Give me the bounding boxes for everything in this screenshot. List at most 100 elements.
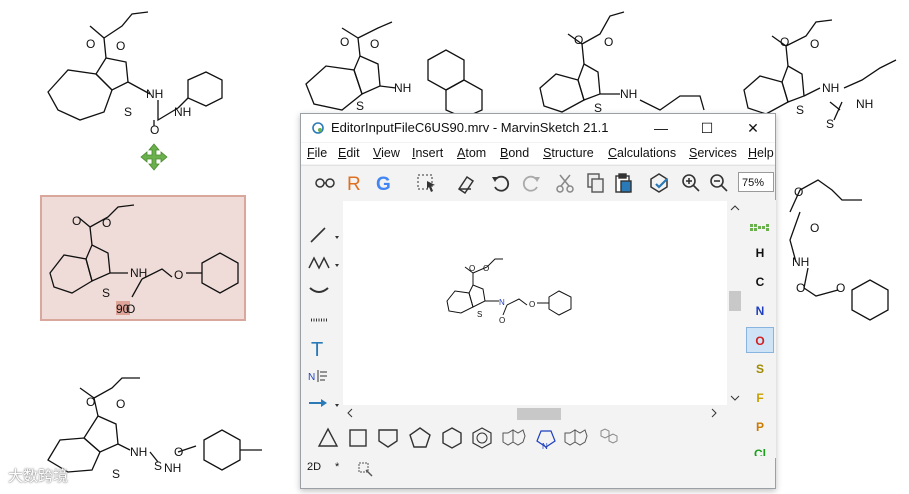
- chain-tool-icon[interactable]: [305, 250, 339, 276]
- svg-text:O: O: [174, 268, 183, 282]
- atom-o[interactable]: O: [746, 327, 774, 353]
- canvas-n-label: N: [499, 298, 505, 307]
- hexagon-template-icon[interactable]: [439, 425, 465, 451]
- mol1-thiophene: [95, 57, 129, 91]
- svg-text:NH: NH: [146, 87, 163, 101]
- marvinsketch-window[interactable]: EditorInputFileC6US90.mrv - MarvinSketch…: [300, 113, 776, 489]
- atom-f[interactable]: F: [746, 385, 774, 411]
- single-bond-tool-icon[interactable]: [305, 222, 339, 248]
- zoom-level-field[interactable]: 75%: [738, 172, 774, 192]
- menu-services[interactable]: Services: [689, 146, 737, 160]
- atom-c[interactable]: C: [746, 269, 774, 295]
- naphthalene-template-icon[interactable]: [501, 425, 527, 451]
- zoom-out-icon[interactable]: [707, 171, 731, 195]
- clean-icon[interactable]: [355, 459, 381, 485]
- menu-view[interactable]: View: [373, 146, 400, 160]
- svg-text:G: G: [376, 174, 391, 195]
- svg-text:NH: NH: [792, 255, 809, 269]
- atom-s[interactable]: S: [746, 356, 774, 382]
- copy-icon[interactable]: [583, 171, 607, 195]
- menu-structure[interactable]: Structure: [543, 146, 594, 160]
- maximize-button[interactable]: ☐: [693, 118, 721, 138]
- svg-text:O: O: [116, 39, 125, 53]
- pentagon-template-icon[interactable]: [407, 425, 433, 451]
- scroll-down-icon[interactable]: [728, 393, 742, 403]
- square-template-icon[interactable]: [345, 425, 371, 451]
- move-arrows-icon[interactable]: [140, 143, 168, 171]
- atom-p[interactable]: P: [746, 414, 774, 440]
- close-button[interactable]: ✕: [739, 118, 767, 138]
- atom-cl[interactable]: Cl: [746, 440, 774, 456]
- structure-view-icon[interactable]: [313, 171, 337, 195]
- periodic-table-icon[interactable]: [746, 212, 774, 238]
- star-indicator[interactable]: *: [335, 461, 339, 473]
- window-title: EditorInputFileC6US90.mrv - MarvinSketch…: [331, 120, 609, 135]
- svg-text:NH: NH: [856, 97, 873, 111]
- svg-text:O: O: [604, 35, 613, 49]
- menu-calculations[interactable]: Calculations: [608, 146, 676, 160]
- mol1-phenyl: [187, 71, 223, 107]
- selected-molecule: S NH O O O 90 O: [49, 204, 239, 316]
- pyrrolidine-template-icon[interactable]: N: [533, 425, 559, 451]
- scroll-up-icon[interactable]: [728, 203, 742, 213]
- svg-text:O: O: [836, 281, 845, 295]
- scroll-right-icon[interactable]: [709, 406, 719, 420]
- atom-h[interactable]: H: [746, 240, 774, 266]
- svg-text:NH: NH: [620, 87, 637, 101]
- svg-text:O: O: [810, 37, 819, 51]
- menu-file[interactable]: File: [307, 146, 327, 160]
- horizontal-scrollbar[interactable]: [343, 406, 727, 420]
- template-toolbar: N 2D *: [301, 421, 743, 489]
- svg-text:NH: NH: [164, 461, 181, 475]
- svg-text:O: O: [810, 221, 819, 235]
- eraser-icon[interactable]: [453, 171, 477, 195]
- text-tool-icon[interactable]: T: [305, 334, 339, 361]
- selected-molecule-box[interactable]: S NH O O O 90 O: [40, 195, 246, 321]
- svg-text:S: S: [796, 103, 804, 117]
- minimize-button[interactable]: —: [647, 118, 675, 138]
- menu-edit[interactable]: Edit: [338, 146, 360, 160]
- scroll-left-icon[interactable]: [345, 406, 355, 420]
- vertical-scrollbar[interactable]: [728, 201, 742, 405]
- biphenyl-template-icon[interactable]: [595, 425, 621, 451]
- selection-tool-icon[interactable]: [415, 171, 439, 195]
- r-group-icon[interactable]: R: [343, 171, 367, 195]
- menu-help[interactable]: Help: [748, 146, 774, 160]
- menu-atom[interactable]: Atom: [457, 146, 486, 160]
- svg-text:S: S: [102, 286, 110, 300]
- svg-text:O: O: [86, 37, 95, 51]
- check-structure-icon[interactable]: [647, 171, 671, 195]
- anthracene-template-icon[interactable]: [563, 425, 589, 451]
- cut-icon[interactable]: [553, 171, 577, 195]
- svg-text:S: S: [112, 467, 120, 481]
- atom-n[interactable]: N: [746, 298, 774, 324]
- reaction-arrow-icon[interactable]: [305, 390, 339, 416]
- horizontal-scroll-thumb[interactable]: [517, 408, 561, 420]
- benzene-template-icon[interactable]: [469, 425, 495, 451]
- google-search-icon[interactable]: G: [373, 171, 397, 195]
- undo-icon[interactable]: [489, 171, 513, 195]
- canvas-ether-o-label: O: [529, 300, 535, 309]
- menu-bar: File Edit View Insert Atom Bond Structur…: [301, 143, 775, 164]
- canvas-molecule: S N O O O O: [446, 258, 572, 325]
- triangle-template-icon[interactable]: [315, 425, 341, 451]
- watermark: 大数跨境: [8, 468, 69, 485]
- ring-tool-icon[interactable]: [305, 278, 339, 304]
- menu-bond[interactable]: Bond: [500, 146, 529, 160]
- drawing-canvas[interactable]: S N O O O O: [343, 201, 727, 405]
- canvas-s-label: S: [477, 310, 482, 319]
- dimension-indicator[interactable]: 2D: [307, 461, 321, 473]
- hash-bond-icon[interactable]: [305, 306, 339, 332]
- zoom-in-icon[interactable]: [679, 171, 703, 195]
- canvas-amide-o-label: O: [499, 316, 505, 325]
- paste-icon[interactable]: [611, 171, 635, 195]
- atom-list-icon[interactable]: N: [305, 362, 339, 388]
- pentagon-flat-template-icon[interactable]: [375, 425, 401, 451]
- svg-text:O: O: [86, 395, 95, 409]
- menu-insert[interactable]: Insert: [412, 146, 443, 160]
- title-bar[interactable]: EditorInputFileC6US90.mrv - MarvinSketch…: [301, 114, 775, 142]
- svg-text:NH: NH: [130, 266, 147, 280]
- vertical-scroll-thumb[interactable]: [729, 291, 741, 311]
- svg-text:NH: NH: [822, 81, 839, 95]
- redo-icon[interactable]: [519, 171, 543, 195]
